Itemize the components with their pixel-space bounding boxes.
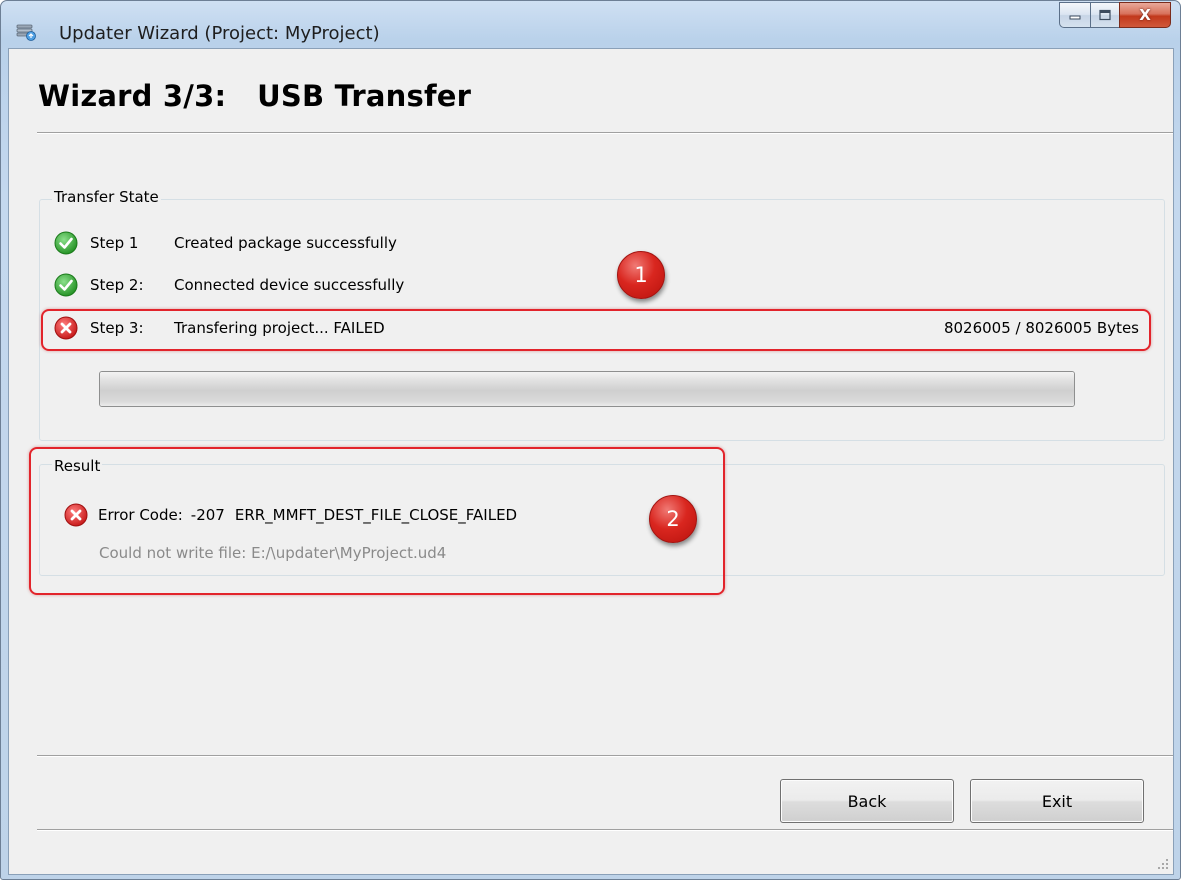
footer-divider-bottom <box>37 829 1173 831</box>
minimize-icon <box>1069 15 1081 20</box>
caption-buttons: X <box>1059 2 1171 28</box>
back-button[interactable]: Back <box>780 779 954 823</box>
maximize-button[interactable] <box>1090 2 1119 28</box>
title-bar[interactable]: Updater Wizard (Project: MyProject) X <box>1 1 1180 47</box>
app-icon <box>16 24 36 41</box>
check-circle-icon <box>54 231 78 255</box>
window-title: Updater Wizard (Project: MyProject) <box>59 23 380 44</box>
step-text: Created package successfully <box>174 234 397 252</box>
annotation-highlight-2 <box>29 447 725 595</box>
step-text: Connected device successfully <box>174 276 405 294</box>
close-button[interactable]: X <box>1119 2 1171 28</box>
exit-button[interactable]: Exit <box>970 779 1144 823</box>
step-number: Step 2: <box>90 276 144 294</box>
transfer-state-label: Transfer State <box>52 188 161 206</box>
footer-divider-top <box>37 755 1173 757</box>
step-row-2: Step 2: Connected device successfully <box>54 271 404 299</box>
page-title: Wizard 3/3: USB Transfer <box>38 79 472 113</box>
wizard-page: Wizard 3/3: USB Transfer Transfer State … <box>8 48 1174 875</box>
updater-wizard-window: Updater Wizard (Project: MyProject) X Wi… <box>0 0 1181 880</box>
annotation-badge-1: 1 <box>617 251 665 299</box>
header-divider <box>37 132 1173 134</box>
progress-fill <box>100 372 1074 406</box>
step-number: Step 1 <box>90 234 139 252</box>
close-icon: X <box>1139 6 1151 24</box>
resize-grip-icon[interactable] <box>1157 858 1169 870</box>
step-row-1: Step 1 Created package successfully <box>54 229 397 257</box>
annotation-highlight-1 <box>41 309 1151 351</box>
transfer-progress-bar <box>99 371 1075 407</box>
maximize-icon <box>1099 9 1111 21</box>
check-circle-icon <box>54 273 78 297</box>
annotation-badge-2: 2 <box>649 495 697 543</box>
minimize-button[interactable] <box>1059 2 1090 28</box>
